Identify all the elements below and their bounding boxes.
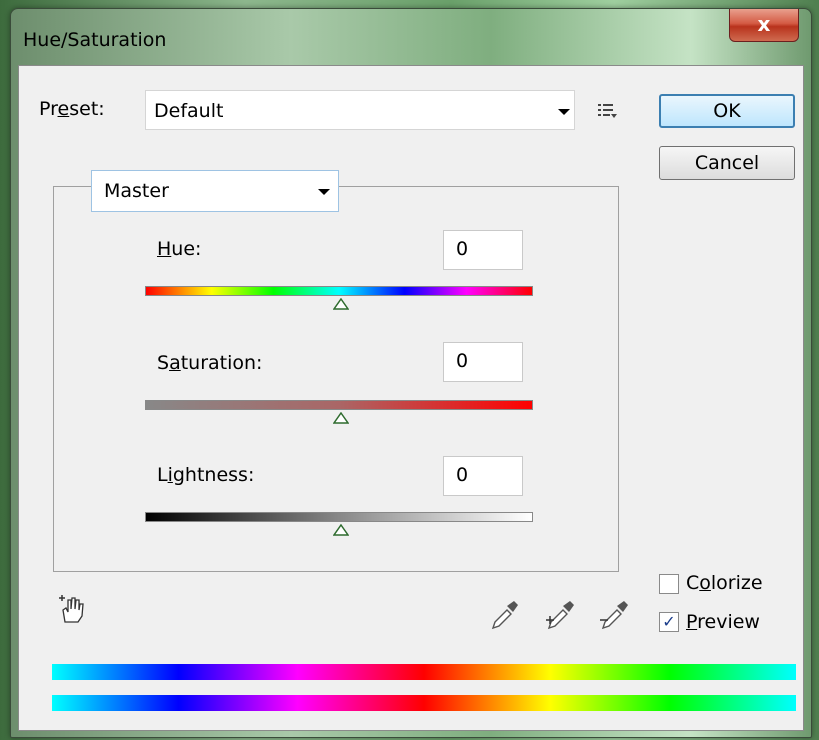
colorize-label[interactable]: Colorize bbox=[686, 572, 763, 594]
preview-label[interactable]: Preview bbox=[686, 611, 760, 633]
dialog-body: Preset: Default OK Cancel Master Hue: 0 … bbox=[18, 65, 804, 731]
output-color-spectrum bbox=[52, 695, 796, 711]
title-bar[interactable]: Hue/Saturation x bbox=[11, 9, 811, 65]
lightness-slider-thumb[interactable] bbox=[333, 524, 349, 536]
hue-label: Hue: bbox=[157, 238, 202, 260]
saturation-slider-track[interactable] bbox=[145, 400, 533, 410]
saturation-label: Saturation: bbox=[157, 352, 263, 374]
hue-slider-thumb[interactable] bbox=[333, 298, 349, 310]
lightness-label: Lightness: bbox=[157, 464, 255, 486]
add-to-sample-eyedropper-icon[interactable] bbox=[543, 598, 577, 632]
lightness-slider-track[interactable] bbox=[145, 512, 533, 522]
window-title: Hue/Saturation bbox=[23, 29, 167, 51]
ok-button[interactable]: OK bbox=[659, 94, 795, 128]
on-image-adjust-icon[interactable] bbox=[57, 594, 87, 624]
saturation-input[interactable]: 0 bbox=[443, 342, 523, 382]
cancel-button[interactable]: Cancel bbox=[659, 146, 795, 180]
channel-value: Master bbox=[104, 180, 169, 202]
channel-dropdown-icon bbox=[318, 189, 330, 195]
eyedropper-icon[interactable] bbox=[487, 598, 521, 632]
subtract-from-sample-eyedropper-icon[interactable] bbox=[597, 598, 631, 632]
chevron-down-icon bbox=[558, 109, 570, 115]
colorize-checkbox[interactable] bbox=[659, 574, 679, 594]
input-color-spectrum bbox=[52, 664, 796, 680]
preset-options-icon[interactable] bbox=[597, 102, 617, 120]
close-button[interactable]: x bbox=[729, 9, 799, 42]
preset-value: Default bbox=[154, 100, 224, 122]
preview-checkbox[interactable]: ✓ bbox=[659, 612, 679, 632]
lightness-input[interactable]: 0 bbox=[443, 456, 523, 496]
preset-select[interactable]: Default bbox=[145, 90, 575, 130]
saturation-slider-thumb[interactable] bbox=[333, 412, 349, 424]
channel-select[interactable]: Master bbox=[91, 170, 339, 212]
close-icon: x bbox=[757, 12, 771, 36]
hue-slider-track[interactable] bbox=[145, 286, 533, 296]
hue-input[interactable]: 0 bbox=[443, 230, 523, 270]
preset-label: Preset: bbox=[39, 98, 105, 120]
hue-saturation-dialog: Hue/Saturation x Preset: Default OK Canc… bbox=[10, 8, 812, 738]
